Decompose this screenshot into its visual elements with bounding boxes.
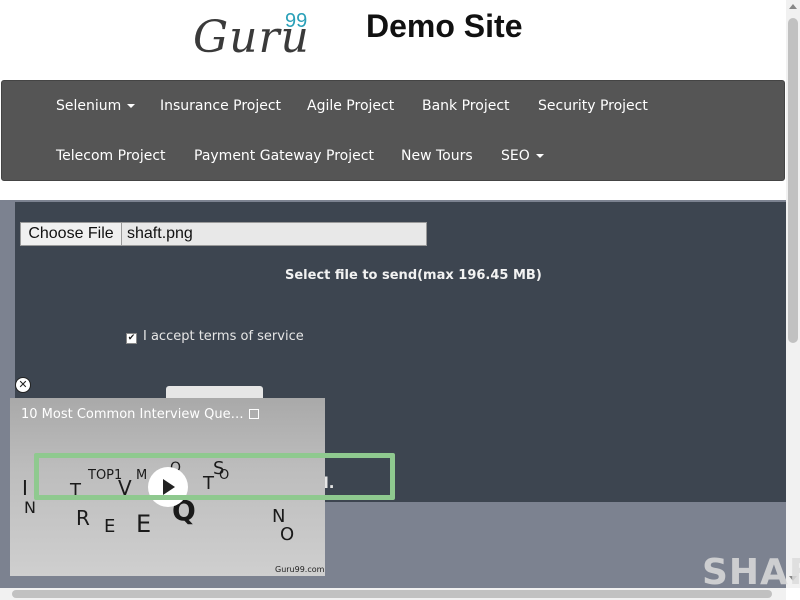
thumbnail-letter: E bbox=[136, 510, 152, 538]
video-title[interactable]: 10 Most Common Interview Que… bbox=[21, 407, 259, 422]
video-brand: Guru99.com bbox=[275, 565, 325, 574]
shaft-watermark: SHAFT bbox=[702, 552, 800, 593]
file-input[interactable]: Choose File shaft.png bbox=[20, 222, 427, 246]
close-icon[interactable]: ✕ bbox=[15, 377, 31, 393]
choose-file-button[interactable]: Choose File bbox=[21, 223, 122, 245]
select-file-instruction: Select file to send(max 196.45 MB) bbox=[285, 268, 542, 283]
scroll-up-icon[interactable] bbox=[789, 4, 797, 9]
terms-checkbox[interactable]: ✔ bbox=[126, 333, 137, 344]
navbar: Selenium Insurance Project Agile Project… bbox=[1, 80, 785, 181]
nav-item-new-tours[interactable]: New Tours bbox=[401, 148, 473, 164]
share-icon[interactable] bbox=[248, 409, 259, 419]
page: Guru 99 Demo Site Selenium Insurance Pro… bbox=[0, 0, 800, 600]
nav-item-selenium[interactable]: Selenium bbox=[56, 98, 136, 114]
nav-item-insurance-project[interactable]: Insurance Project bbox=[160, 98, 281, 114]
thumbnail-letter: O bbox=[280, 524, 295, 545]
caret-down-icon bbox=[127, 104, 136, 108]
thumbnail-letter: R bbox=[76, 506, 90, 530]
nav-item-payment-gateway-project[interactable]: Payment Gateway Project bbox=[194, 148, 374, 164]
selected-file-name: shaft.png bbox=[127, 225, 193, 242]
nav-item-agile-project[interactable]: Agile Project bbox=[307, 98, 394, 114]
horizontal-scrollbar[interactable] bbox=[0, 588, 786, 600]
logo-sup: 99 bbox=[285, 10, 308, 32]
nav-label: SEO bbox=[501, 148, 530, 164]
vertical-scroll-thumb[interactable] bbox=[788, 18, 798, 343]
video-title-text: 10 Most Common Interview Que… bbox=[21, 407, 244, 422]
horizontal-scroll-thumb[interactable] bbox=[12, 590, 772, 598]
nav-item-security-project[interactable]: Security Project bbox=[538, 98, 648, 114]
nav-item-seo[interactable]: SEO bbox=[501, 148, 544, 164]
highlight-box bbox=[34, 453, 395, 500]
nav-item-bank-project[interactable]: Bank Project bbox=[422, 98, 510, 114]
vertical-scrollbar[interactable] bbox=[786, 0, 800, 588]
terms-label: I accept terms of service bbox=[143, 329, 304, 344]
thumbnail-letter: N bbox=[24, 498, 36, 517]
guru99-logo[interactable]: Guru 99 bbox=[193, 8, 323, 68]
thumbnail-letter: E bbox=[104, 516, 116, 537]
nav-item-telecom-project[interactable]: Telecom Project bbox=[56, 148, 166, 164]
thumbnail-letter: I bbox=[22, 476, 28, 500]
nav-label: Selenium bbox=[56, 98, 122, 114]
caret-down-icon bbox=[535, 154, 544, 158]
site-title: Demo Site bbox=[366, 8, 523, 44]
